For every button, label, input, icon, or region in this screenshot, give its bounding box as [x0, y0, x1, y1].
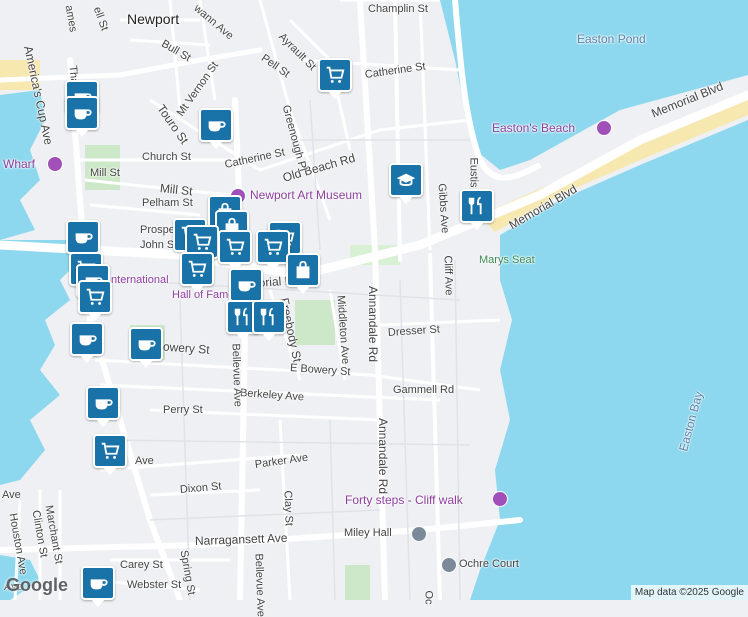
street-label: Mill St: [90, 167, 120, 179]
street-label: Narragansett Ave: [194, 530, 288, 548]
shopping-cart-marker[interactable]: [318, 58, 352, 99]
restaurant-marker[interactable]: [252, 300, 286, 341]
street-label: Bellevue Ave: [252, 553, 267, 617]
shopping-cart-icon: [86, 288, 105, 305]
shopping-cart-marker[interactable]: [93, 434, 127, 475]
shopping-cart-marker[interactable]: [256, 230, 290, 271]
google-logo: Google: [6, 575, 68, 595]
shopping-cart-marker[interactable]: [78, 280, 112, 321]
water-label: Easton Pond: [577, 32, 646, 46]
street-label: Gibbs Ave: [435, 183, 451, 234]
restaurant-icon: [234, 307, 248, 326]
neighborhood-label: Newport: [127, 11, 180, 27]
coffee-marker[interactable]: [86, 386, 120, 427]
poi-label[interactable]: Easton's Beach: [492, 122, 575, 134]
street-label: Annandale Rd: [366, 286, 380, 363]
camera-icon[interactable]: [47, 156, 63, 172]
shopping-bag-marker[interactable]: [286, 253, 320, 294]
poi-label[interactable]: International: [108, 275, 169, 286]
coffee-icon: [95, 399, 113, 410]
coffee-marker[interactable]: [65, 96, 99, 137]
street-label: Oc: [422, 590, 435, 605]
street-label: Eustis: [467, 157, 480, 188]
restaurant-icon: [260, 307, 274, 326]
street-label: Ave: [2, 489, 21, 501]
street-label: Perry St: [163, 404, 203, 416]
shopping-bag-icon: [296, 260, 310, 279]
street-label: Carey St: [120, 559, 163, 571]
street-label: Church St: [142, 151, 191, 163]
street-label: Mill St: [159, 181, 194, 199]
shopping-cart-icon: [326, 66, 345, 83]
poi-label[interactable]: Miley Hall: [344, 528, 392, 539]
shopping-cart-icon: [264, 238, 283, 255]
shopping-cart-icon: [101, 442, 120, 459]
school-marker[interactable]: [389, 163, 423, 204]
coffee-marker[interactable]: [129, 327, 163, 368]
school-icon[interactable]: [441, 557, 457, 573]
map-attribution[interactable]: Map data ©2025 Google: [630, 585, 748, 600]
coffee-icon: [79, 335, 97, 346]
street-label: Clay St: [281, 490, 295, 527]
camera-icon[interactable]: [492, 491, 508, 507]
coffee-icon: [90, 579, 108, 590]
coffee-icon: [238, 281, 256, 292]
shopping-cart-marker[interactable]: [218, 230, 252, 271]
coffee-marker[interactable]: [70, 322, 104, 363]
shopping-cart-icon: [226, 238, 245, 255]
coffee-icon: [138, 340, 156, 351]
coffee-icon: [75, 233, 93, 244]
street-label: Champlin St: [368, 3, 428, 15]
coffee-marker[interactable]: [81, 566, 115, 607]
coffee-icon: [74, 109, 92, 120]
street-label: Gammell Rd: [393, 384, 455, 396]
poi-label[interactable]: Wharf: [3, 158, 35, 170]
shopping-cart-icon: [193, 233, 212, 250]
restaurant-marker[interactable]: [460, 189, 494, 230]
coffee-marker[interactable]: [229, 268, 263, 309]
poi-label[interactable]: Ochre Court: [459, 559, 519, 570]
shopping-cart-marker[interactable]: [180, 252, 214, 293]
building-icon[interactable]: [411, 526, 427, 542]
shopping-cart-icon: [188, 260, 207, 277]
street-label: Cliff Ave: [441, 255, 455, 296]
school-icon: [396, 173, 416, 186]
street-label: Bellevue Ave: [229, 343, 244, 408]
street-label: John St: [140, 239, 178, 251]
coffee-icon: [208, 121, 226, 132]
camera-icon[interactable]: [596, 120, 612, 136]
street-label: Pelham St: [142, 197, 193, 209]
restaurant-icon: [468, 196, 482, 215]
street-label: Ave: [135, 455, 154, 467]
coffee-marker[interactable]: [199, 108, 233, 149]
street-label: Annandale Rd: [376, 418, 390, 495]
coffee-marker[interactable]: [66, 220, 100, 261]
street-label: Webster St: [127, 579, 182, 591]
poi-label[interactable]: Marys Seat: [479, 255, 535, 266]
poi-label[interactable]: Newport Art Museum: [250, 189, 362, 201]
poi-label[interactable]: Forty steps - Cliff walk: [345, 494, 463, 506]
